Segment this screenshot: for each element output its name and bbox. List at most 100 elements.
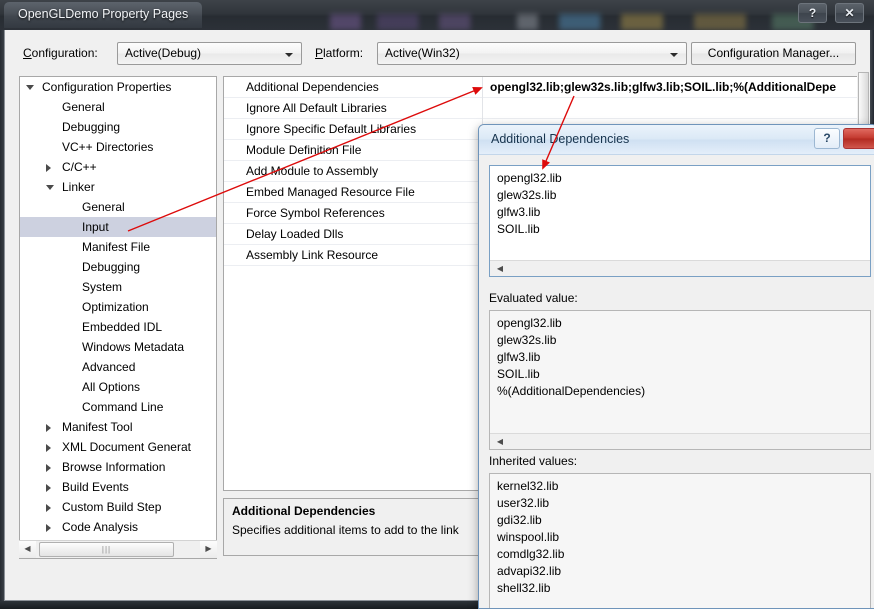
tree-item-label: XML Document Generat bbox=[62, 440, 191, 454]
property-column-divider bbox=[482, 77, 483, 98]
evaluated-line: SOIL.lib bbox=[497, 367, 540, 381]
property-row-gutter bbox=[224, 182, 242, 202]
tree-item-browse-information[interactable]: Browse Information bbox=[20, 457, 216, 477]
property-name: Ignore All Default Libraries bbox=[246, 101, 387, 115]
tree-item-general[interactable]: General bbox=[20, 97, 216, 117]
tree-item-label: Manifest Tool bbox=[62, 420, 133, 434]
scroll-left-arrow-icon[interactable]: ◀ bbox=[19, 541, 36, 558]
scroll-left-arrow-icon[interactable]: ◀ bbox=[492, 261, 508, 276]
tree-item-linker[interactable]: Linker bbox=[20, 177, 216, 197]
tree-item-label: Configuration Properties bbox=[42, 80, 172, 94]
tree-item-label: Browse Information bbox=[62, 460, 166, 474]
dialog-help-button[interactable]: ? bbox=[814, 128, 840, 149]
tree-item-input[interactable]: Input bbox=[20, 217, 216, 237]
twisty-collapsed-icon[interactable] bbox=[46, 464, 51, 472]
twisty-collapsed-icon[interactable] bbox=[46, 424, 51, 432]
inherited-values-label: Inherited values: bbox=[489, 454, 578, 468]
tree-item-custom-build-step[interactable]: Custom Build Step bbox=[20, 497, 216, 517]
tree-item-label: General bbox=[62, 100, 105, 114]
tree-item-manifest-tool[interactable]: Manifest Tool bbox=[20, 417, 216, 437]
tree-item-windows-metadata[interactable]: Windows Metadata bbox=[20, 337, 216, 357]
tree-item-command-line[interactable]: Command Line bbox=[20, 397, 216, 417]
property-name: Assembly Link Resource bbox=[246, 248, 379, 262]
tree-horizontal-scrollbar[interactable]: ◀ ▶ ||| bbox=[19, 540, 217, 558]
property-row-gutter bbox=[224, 245, 242, 265]
property-name: Add Module to Assembly bbox=[246, 164, 379, 178]
tree-item-build-events[interactable]: Build Events bbox=[20, 477, 216, 497]
tree-item-debugging[interactable]: Debugging bbox=[20, 117, 216, 137]
tree-item-code-analysis[interactable]: Code Analysis bbox=[20, 517, 216, 537]
property-value[interactable]: opengl32.lib;glew32s.lib;glfw3.lib;SOIL.… bbox=[490, 77, 836, 98]
inherited-line: gdi32.lib bbox=[497, 513, 542, 527]
tree-item-advanced[interactable]: Advanced bbox=[20, 357, 216, 377]
property-name: Force Symbol References bbox=[246, 206, 385, 220]
configuration-manager-button[interactable]: Configuration Manager... bbox=[691, 42, 856, 65]
evaluated-line: %(AdditionalDependencies) bbox=[497, 384, 646, 398]
property-name: Ignore Specific Default Libraries bbox=[246, 122, 417, 136]
tree-item-embedded-idl[interactable]: Embedded IDL bbox=[20, 317, 216, 337]
window-help-button[interactable]: ? bbox=[798, 3, 827, 23]
edit-listbox-hscrollbar[interactable]: ◀ bbox=[490, 260, 870, 276]
tree-item-configuration-properties[interactable]: Configuration Properties bbox=[20, 77, 216, 97]
tree-item-label: Debugging bbox=[62, 120, 121, 134]
twisty-collapsed-icon[interactable] bbox=[46, 484, 51, 492]
tree-item-label: Optimization bbox=[82, 300, 149, 314]
tree-item-label: Custom Build Step bbox=[62, 500, 162, 514]
twisty-collapsed-icon[interactable] bbox=[46, 504, 51, 512]
chevron-down-icon bbox=[670, 53, 678, 57]
dialog-title: Additional Dependencies bbox=[491, 132, 630, 146]
property-row[interactable]: Additional Dependencies opengl32.lib;glew… bbox=[224, 77, 862, 98]
tree-item-system[interactable]: System bbox=[20, 277, 216, 297]
twisty-collapsed-icon[interactable] bbox=[46, 164, 51, 172]
scroll-left-arrow-icon[interactable]: ◀ bbox=[492, 434, 508, 449]
scrollbar-thumb[interactable]: ||| bbox=[39, 542, 174, 557]
tree-item-label: Embedded IDL bbox=[82, 320, 163, 334]
tree-item-label: C/C++ bbox=[62, 160, 97, 174]
property-name: Delay Loaded Dlls bbox=[246, 227, 344, 241]
evaluated-listbox-hscrollbar[interactable]: ◀ bbox=[490, 433, 870, 449]
tree-item-label: Debugging bbox=[82, 260, 141, 274]
tree-item-c-c[interactable]: C/C++ bbox=[20, 157, 216, 177]
tree-item-label: Manifest File bbox=[82, 240, 151, 254]
window-titlebar: OpenGLDemo Property Pages ? ✕ bbox=[0, 0, 874, 30]
twisty-expanded-icon[interactable] bbox=[46, 185, 54, 190]
configuration-properties-tree[interactable]: Configuration Properties General Debugging… bbox=[19, 76, 217, 559]
tree-item-label: Code Analysis bbox=[62, 520, 139, 534]
chevron-down-icon bbox=[285, 53, 293, 57]
inherited-values-listbox: kernel32.lib user32.lib gdi32.lib winspool.… bbox=[489, 473, 871, 608]
dependency-line: glfw3.lib bbox=[497, 205, 541, 219]
twisty-expanded-icon[interactable] bbox=[26, 85, 34, 90]
evaluated-line: glfw3.lib bbox=[497, 350, 541, 364]
property-row-gutter bbox=[224, 77, 242, 97]
tree-item-manifest-file[interactable]: Manifest File bbox=[20, 237, 216, 257]
window-close-button[interactable]: ✕ bbox=[835, 3, 864, 23]
platform-dropdown[interactable]: Active(Win32) bbox=[377, 42, 687, 65]
evaluated-line: opengl32.lib bbox=[497, 316, 562, 330]
tree-item-xml-document-generat[interactable]: XML Document Generat bbox=[20, 437, 216, 457]
configuration-dropdown[interactable]: Active(Debug) bbox=[117, 42, 302, 65]
tree-item-optimization[interactable]: Optimization bbox=[20, 297, 216, 317]
dialog-titlebar: Additional Dependencies ? bbox=[479, 125, 874, 155]
scroll-right-arrow-icon[interactable]: ▶ bbox=[200, 541, 217, 558]
tree-item-general[interactable]: General bbox=[20, 197, 216, 217]
tree-item-label: Input bbox=[82, 220, 109, 234]
evaluated-value-listbox: opengl32.lib glew32s.lib glfw3.lib SOIL.lib… bbox=[489, 310, 871, 450]
tree-item-label: Build Events bbox=[62, 480, 129, 494]
inherited-line: advapi32.lib bbox=[497, 564, 562, 578]
dialog-close-button[interactable] bbox=[843, 128, 874, 149]
tree-item-debugging[interactable]: Debugging bbox=[20, 257, 216, 277]
tree-item-all-options[interactable]: All Options bbox=[20, 377, 216, 397]
property-row[interactable]: Ignore All Default Libraries bbox=[224, 98, 862, 119]
window-title: OpenGLDemo Property Pages bbox=[4, 2, 203, 28]
property-row-gutter bbox=[224, 98, 242, 118]
property-name: Module Definition File bbox=[246, 143, 362, 157]
twisty-collapsed-icon[interactable] bbox=[46, 524, 51, 532]
property-column-divider bbox=[482, 98, 483, 119]
twisty-collapsed-icon[interactable] bbox=[46, 444, 51, 452]
tree-item-label: Windows Metadata bbox=[82, 340, 185, 354]
inherited-line: shell32.lib bbox=[497, 581, 551, 595]
dependencies-edit-listbox[interactable]: opengl32.lib glew32s.lib glfw3.lib SOIL.lib… bbox=[489, 165, 871, 277]
property-row-gutter bbox=[224, 140, 242, 160]
tree-item-vc-directories[interactable]: VC++ Directories bbox=[20, 137, 216, 157]
dependency-line: opengl32.lib bbox=[497, 171, 562, 185]
